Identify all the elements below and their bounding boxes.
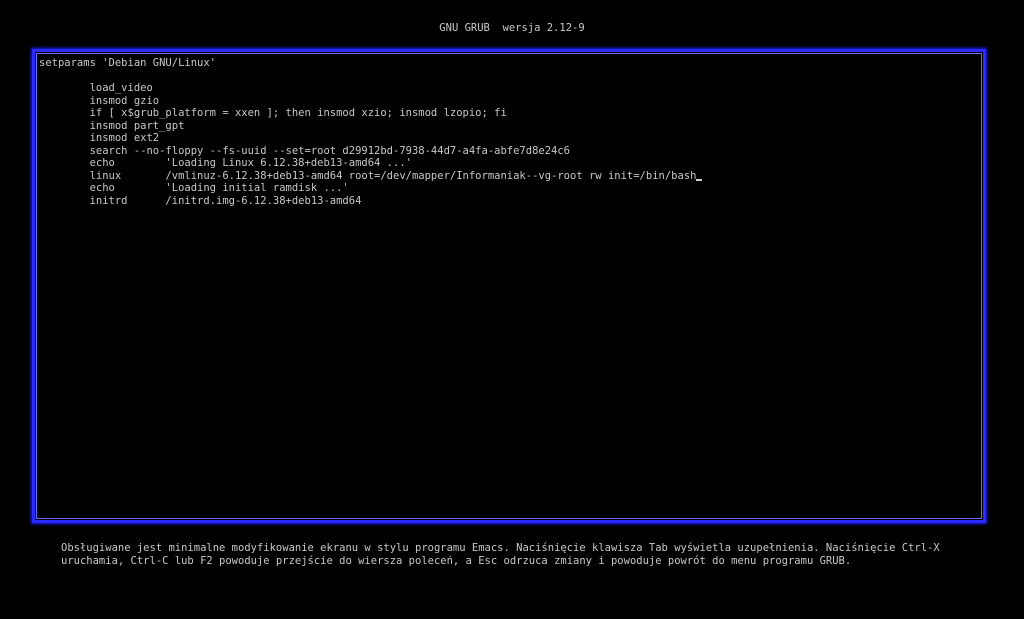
text-cursor: [696, 178, 703, 181]
editor-line-echo-ramdisk[interactable]: echo 'Loading initial ramdisk ...': [39, 182, 979, 195]
editor-line-load-video[interactable]: load_video: [39, 82, 979, 95]
editor-line-insmod-ext2[interactable]: insmod ext2: [39, 132, 979, 145]
editor-line-insmod-gzio[interactable]: insmod gzio: [39, 95, 979, 108]
editor-line-search[interactable]: search --no-floppy --fs-uuid --set=root …: [39, 145, 979, 158]
help-text-line-1: Obsługiwane jest minimalne modyfikowanie…: [61, 542, 940, 554]
help-text-line-2: uruchamia, Ctrl-C lub F2 powoduje przejś…: [61, 554, 852, 567]
editor-line-initrd[interactable]: initrd /initrd.img-6.12.38+deb13-amd64: [39, 195, 979, 208]
editor-line-echo-linux[interactable]: echo 'Loading Linux 6.12.38+deb13-amd64 …: [39, 157, 979, 170]
editor-line-if-xen[interactable]: if [ x$grub_platform = xxen ]; then insm…: [39, 107, 979, 120]
editor-line-setparams[interactable]: setparams 'Debian GNU/Linux': [39, 57, 979, 70]
editor-line-linux-text: linux /vmlinuz-6.12.38+deb13-amd64 root=…: [39, 169, 697, 182]
editor-line-blank[interactable]: [39, 70, 979, 83]
boot-entry-editor-frame: setparams 'Debian GNU/Linux' load_video …: [32, 49, 986, 523]
editor-line-insmod-part-gpt[interactable]: insmod part_gpt: [39, 120, 979, 133]
boot-entry-editor[interactable]: setparams 'Debian GNU/Linux' load_video …: [39, 57, 979, 516]
grub-version-header: GNU GRUB wersja 2.12-9: [439, 22, 585, 34]
help-text: Obsługiwane jest minimalne modyfikowanie…: [61, 542, 1001, 567]
editor-line-linux-kernel[interactable]: linux /vmlinuz-6.12.38+deb13-amd64 root=…: [39, 170, 979, 183]
